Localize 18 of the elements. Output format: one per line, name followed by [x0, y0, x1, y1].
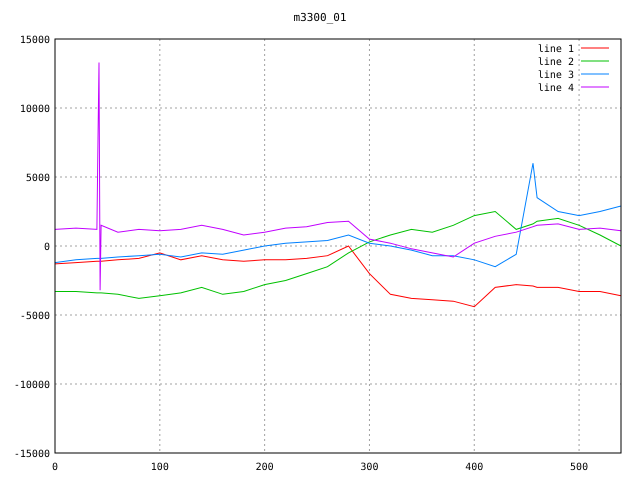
- y-tick-label: 10000: [20, 104, 50, 115]
- x-tick-label: 0: [52, 462, 58, 473]
- x-tick-label: 500: [570, 462, 588, 473]
- legend-label: line 2: [538, 57, 574, 68]
- legend-label: line 4: [538, 83, 574, 94]
- x-tick-label: 200: [256, 462, 274, 473]
- x-tick-label: 100: [150, 462, 169, 473]
- x-tick-label: 300: [360, 462, 378, 473]
- y-tick-label: -5000: [20, 311, 50, 322]
- x-tick-label: 400: [465, 462, 484, 473]
- legend-label: line 1: [538, 44, 574, 55]
- y-tick-label: 15000: [20, 35, 50, 46]
- chart-title: m3300_01: [294, 11, 346, 24]
- y-tick-label: -15000: [14, 449, 50, 460]
- y-tick-label: 0: [44, 242, 50, 253]
- legend-label: line 3: [538, 70, 574, 81]
- y-tick-label: -10000: [14, 380, 50, 391]
- y-tick-label: 5000: [26, 173, 50, 184]
